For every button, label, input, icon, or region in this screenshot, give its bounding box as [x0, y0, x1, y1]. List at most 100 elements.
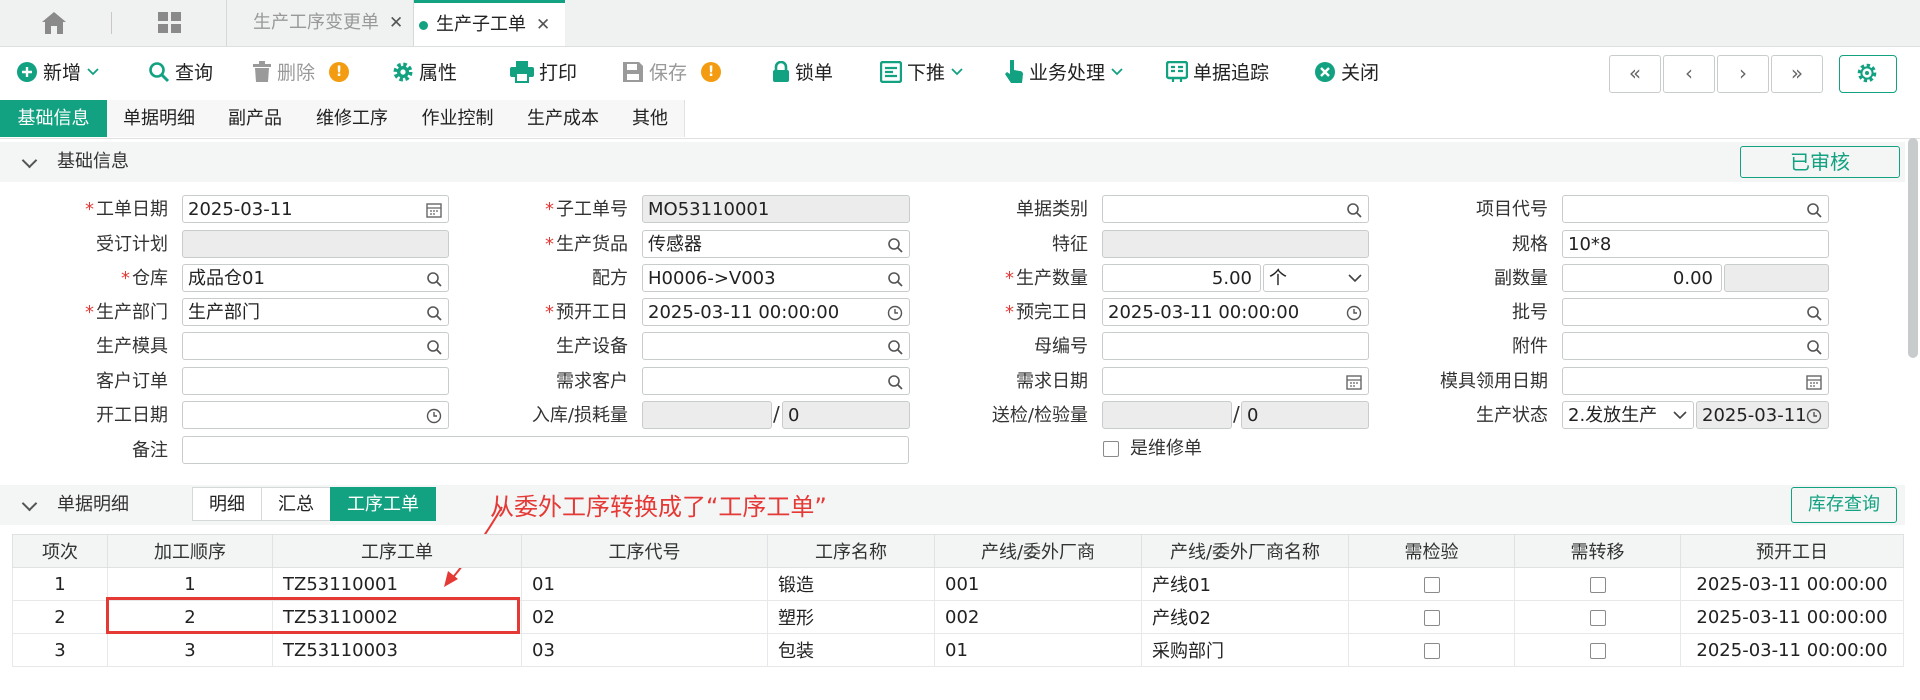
home-icon[interactable] — [40, 10, 68, 36]
is-repair-checkbox[interactable] — [1103, 441, 1119, 457]
process-order-link[interactable]: TZ53110003 — [272, 633, 522, 667]
lock-button[interactable]: 锁单 — [772, 57, 833, 89]
chevron-down-icon[interactable] — [21, 495, 38, 511]
warehouse-input[interactable]: 成品仓01 — [182, 264, 449, 292]
column-header[interactable]: 需转移 — [1514, 534, 1681, 568]
transfer-checkbox[interactable] — [1589, 576, 1606, 593]
search-icon[interactable] — [1806, 339, 1822, 355]
table-row[interactable]: 3 3 TZ53110003 03 包装 01 采购部门 2025-03-11 … — [12, 633, 1904, 667]
prev-record-button[interactable]: ‹ — [1663, 55, 1715, 93]
column-header[interactable]: 产线/委外厂商 — [934, 534, 1142, 568]
equipment-input[interactable] — [642, 332, 910, 360]
close-icon[interactable]: ✕ — [536, 15, 550, 35]
search-icon[interactable] — [426, 305, 442, 321]
search-icon[interactable] — [1346, 202, 1362, 218]
subtab-detail[interactable]: 明细 — [192, 487, 262, 521]
clock-icon[interactable] — [1346, 305, 1362, 321]
column-header[interactable]: 工序名称 — [767, 534, 935, 568]
work-date-input[interactable]: 2025-03-11 — [182, 195, 449, 223]
tab-basic-info[interactable]: 基础信息 — [0, 100, 108, 137]
mold-input[interactable] — [182, 332, 449, 360]
column-header[interactable]: 项次 — [12, 534, 108, 568]
column-header[interactable]: 产线/委外厂商名称 — [1141, 534, 1349, 568]
inspect-checkbox[interactable] — [1423, 576, 1440, 593]
tab-doc-detail[interactable]: 单据明细 — [107, 100, 212, 137]
grid-icon[interactable] — [158, 12, 182, 34]
search-icon[interactable] — [887, 374, 903, 390]
batch-input[interactable] — [1562, 298, 1829, 326]
search-icon[interactable] — [887, 339, 903, 355]
new-button[interactable]: 新增 — [16, 57, 99, 89]
transfer-checkbox[interactable] — [1589, 642, 1606, 659]
settings-button[interactable] — [1839, 55, 1897, 93]
chevron-down-icon[interactable] — [21, 152, 38, 168]
close-button[interactable]: 关闭 — [1314, 57, 1379, 89]
column-header[interactable]: 工序代号 — [521, 534, 768, 568]
search-icon[interactable] — [887, 237, 903, 253]
business-process-button[interactable]: 业务处理 — [1004, 57, 1123, 89]
start-date-input[interactable] — [182, 401, 449, 429]
close-icon[interactable]: ✕ — [389, 13, 403, 33]
tab-operation-control[interactable]: 作业控制 — [405, 100, 511, 137]
stock-query-button[interactable]: 库存查询 — [1791, 487, 1897, 523]
column-header[interactable]: 工序工单 — [272, 534, 522, 568]
search-icon[interactable] — [426, 271, 442, 287]
chevron-down-icon[interactable] — [951, 68, 963, 76]
tab-repair-process[interactable]: 维修工序 — [299, 100, 406, 137]
column-header[interactable]: 加工顺序 — [107, 534, 273, 568]
subtab-process-order[interactable]: 工序工单 — [330, 487, 436, 521]
clock-icon[interactable] — [426, 408, 442, 424]
qty-input[interactable]: 5.00 — [1102, 264, 1261, 292]
search-icon[interactable] — [426, 339, 442, 355]
doc-type-input[interactable] — [1102, 195, 1369, 223]
calendar-icon[interactable] — [1806, 374, 1822, 390]
chevron-down-icon[interactable] — [1111, 68, 1123, 76]
tab-other[interactable]: 其他 — [616, 100, 685, 137]
search-icon[interactable] — [1806, 202, 1822, 218]
recipe-input[interactable]: H0006->V003 — [642, 264, 910, 292]
tab-by-product[interactable]: 副产品 — [211, 100, 300, 137]
tab-production-cost[interactable]: 生产成本 — [510, 100, 617, 137]
next-record-button[interactable]: › — [1717, 55, 1769, 93]
dept-input[interactable]: 生产部门 — [182, 298, 449, 326]
plan-finish-input[interactable]: 2025-03-11 00:00:00 — [1102, 298, 1369, 326]
customer-order-input[interactable] — [182, 367, 449, 395]
chevron-down-icon[interactable] — [87, 68, 99, 76]
product-input[interactable]: 传感器 — [642, 230, 910, 258]
tab-sub-work-order[interactable]: 生产子工单 ✕ — [414, 0, 565, 46]
calendar-icon[interactable] — [1346, 374, 1362, 390]
attachment-input[interactable] — [1562, 332, 1829, 360]
remark-input[interactable] — [182, 436, 909, 464]
demand-date-input[interactable] — [1102, 367, 1369, 395]
column-header[interactable]: 预开工日 — [1680, 534, 1904, 568]
push-down-button[interactable]: 下推 — [879, 57, 963, 89]
parent-no-input[interactable] — [1102, 332, 1369, 360]
vertical-scrollbar[interactable] — [1908, 138, 1918, 358]
first-record-button[interactable]: « — [1609, 55, 1661, 93]
basic-info-header[interactable]: 基础信息 — [0, 142, 1905, 182]
spec-input[interactable]: 10*8 — [1562, 230, 1829, 258]
clock-icon[interactable] — [887, 305, 903, 321]
column-header[interactable]: 需检验 — [1348, 534, 1515, 568]
save-button[interactable]: 保存! — [622, 57, 722, 89]
search-icon[interactable] — [887, 271, 903, 287]
plan-start-input[interactable]: 2025-03-11 00:00:00 — [642, 298, 910, 326]
mold-date-input[interactable] — [1562, 367, 1829, 395]
properties-button[interactable]: 属性 — [392, 57, 457, 89]
print-button[interactable]: 打印 — [510, 57, 577, 89]
project-code-input[interactable] — [1562, 195, 1829, 223]
delete-button[interactable]: 删除! — [252, 57, 350, 89]
process-order-link[interactable]: TZ53110001 — [272, 567, 522, 601]
clock-icon[interactable] — [1806, 408, 1822, 424]
document-trace-button[interactable]: 单据追踪 — [1165, 57, 1269, 89]
inspect-checkbox[interactable] — [1423, 609, 1440, 626]
sub-qty-input[interactable]: 0.00 — [1562, 264, 1722, 292]
inspect-checkbox[interactable] — [1423, 642, 1440, 659]
search-icon[interactable] — [1806, 305, 1822, 321]
transfer-checkbox[interactable] — [1589, 609, 1606, 626]
last-record-button[interactable]: » — [1771, 55, 1823, 93]
demand-customer-input[interactable] — [642, 367, 910, 395]
prod-status-select[interactable]: 2.发放生产 — [1562, 401, 1694, 429]
table-row[interactable]: 1 1 TZ53110001 01 锻造 001 产线01 2025-03-11… — [12, 567, 1904, 601]
tab-process-change[interactable]: 生产工序变更单 ✕ — [253, 0, 403, 46]
